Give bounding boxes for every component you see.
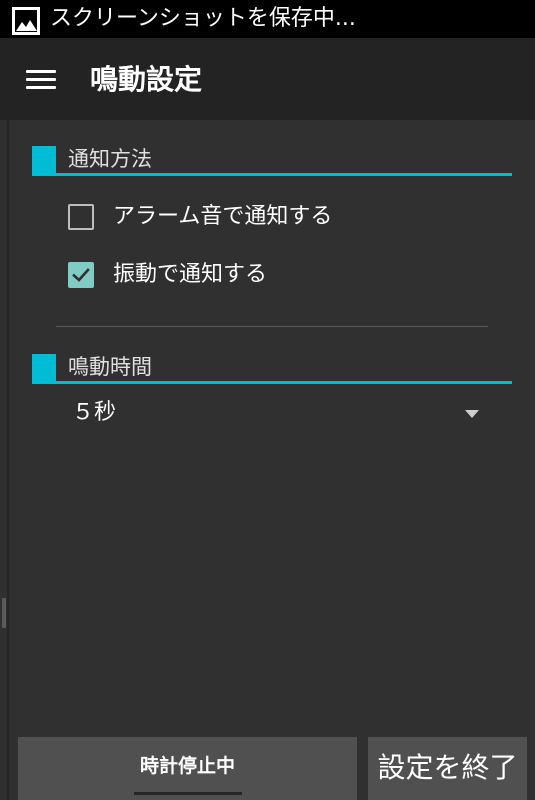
- app-bar: 鳴動設定: [0, 38, 535, 120]
- checkmark-icon: [72, 268, 90, 282]
- dropdown-arrow-icon: [465, 410, 479, 418]
- clock-stopped-button[interactable]: 時計停止中: [18, 737, 357, 800]
- section-marker: [32, 146, 56, 174]
- section-header-notification-method: 通知方法: [32, 144, 512, 176]
- section-underline: [32, 381, 512, 384]
- drawer-edge-line: [7, 120, 9, 800]
- ring-duration-spinner[interactable]: ５秒: [60, 392, 490, 436]
- end-settings-label: 設定を終了: [377, 751, 518, 784]
- section-title-ring-duration: 鳴動時間: [68, 355, 152, 379]
- navigation-drawer-edge[interactable]: [0, 120, 10, 800]
- clock-stopped-label: 時計停止中: [139, 755, 235, 777]
- hamburger-menu-icon[interactable]: [24, 68, 58, 92]
- section-marker: [32, 354, 56, 382]
- image-icon: [12, 7, 40, 35]
- end-settings-button[interactable]: 設定を終了: [368, 737, 527, 800]
- vibration-checkbox[interactable]: [68, 262, 94, 288]
- button-indicator-bar: [134, 792, 242, 795]
- section-header-ring-duration: 鳴動時間: [32, 352, 512, 384]
- section-title-notification-method: 通知方法: [68, 147, 152, 171]
- alarm-sound-label: アラーム音で通知する: [113, 204, 333, 229]
- drawer-handle[interactable]: [2, 598, 6, 628]
- alarm-sound-checkbox[interactable]: [68, 204, 94, 230]
- divider: [56, 326, 488, 327]
- status-bar: スクリーンショットを保存中...: [0, 0, 535, 38]
- section-underline: [32, 173, 512, 176]
- page-title: 鳴動設定: [90, 63, 203, 96]
- vibration-preference[interactable]: 振動で通知する: [56, 250, 496, 300]
- status-notification-text: スクリーンショットを保存中...: [50, 6, 356, 31]
- alarm-sound-preference[interactable]: アラーム音で通知する: [56, 192, 496, 242]
- vibration-label: 振動で通知する: [113, 262, 268, 287]
- ring-duration-value: ５秒: [72, 400, 117, 425]
